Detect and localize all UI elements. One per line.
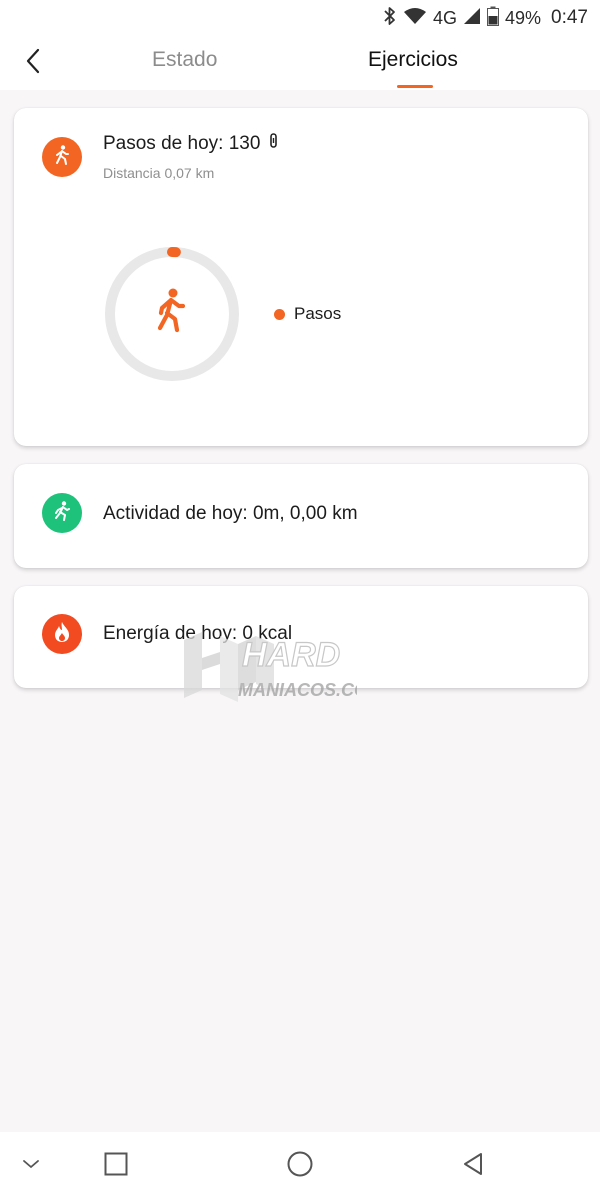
nav-collapse-button[interactable]	[13, 1148, 49, 1184]
steps-progress-ring	[102, 244, 242, 384]
navigation-bar	[0, 1132, 600, 1200]
steps-card[interactable]: Pasos de hoy: 130 Distancia 0,07 km Paso…	[14, 108, 588, 446]
legend-label: Pasos	[294, 304, 342, 323]
battery-icon	[486, 6, 499, 31]
bluetooth-icon	[383, 6, 397, 31]
chevron-left-icon	[25, 48, 41, 79]
steps-title: Pasos de hoy: 130	[103, 133, 261, 155]
activity-badge	[42, 493, 82, 533]
flame-icon	[52, 621, 72, 648]
ring-track	[105, 247, 239, 381]
network-type: 4G	[432, 7, 457, 28]
watermark-logo: HARD MANIACOS.COM	[182, 632, 384, 709]
walking-figure-icon	[157, 288, 186, 333]
back-triangle-icon	[462, 1152, 484, 1181]
steps-badge	[42, 137, 82, 177]
battery-percent: 49%	[504, 7, 542, 28]
running-icon	[51, 500, 73, 527]
walking-icon	[51, 144, 73, 171]
band-icon	[269, 133, 278, 155]
steps-distance: Distancia 0,07 km	[103, 165, 215, 181]
wifi-icon	[403, 7, 427, 30]
status-icons: 4G 49% 0:47	[383, 5, 588, 31]
active-tab-indicator	[397, 85, 433, 88]
svg-text:HARD: HARD	[242, 636, 340, 674]
activity-title: Actividad de hoy: 0m, 0,00 km	[103, 503, 358, 524]
tab-estado[interactable]: Estado	[152, 48, 217, 72]
nav-back-button[interactable]	[455, 1148, 491, 1184]
chevron-down-icon	[22, 1157, 40, 1175]
svg-text:MANIACOS.COM: MANIACOS.COM	[238, 680, 357, 700]
status-bar: 4G 49% 0:47	[0, 0, 600, 36]
back-button[interactable]	[18, 48, 48, 78]
steps-title-row: Pasos de hoy: 130	[103, 133, 278, 155]
home-circle-icon	[287, 1151, 313, 1182]
legend-dot	[274, 308, 285, 320]
activity-card[interactable]: Actividad de hoy: 0m, 0,00 km	[14, 464, 588, 568]
recents-square-icon	[104, 1152, 128, 1181]
header: Estado Ejercicios	[0, 36, 600, 90]
energy-badge	[42, 614, 82, 654]
clock: 0:47	[551, 7, 588, 28]
tab-ejercicios[interactable]: Ejercicios	[368, 48, 458, 72]
nav-recents-button[interactable]	[98, 1148, 134, 1184]
steps-legend: Pasos	[274, 304, 341, 324]
cell-signal-icon	[463, 7, 481, 30]
nav-home-button[interactable]	[282, 1148, 318, 1184]
